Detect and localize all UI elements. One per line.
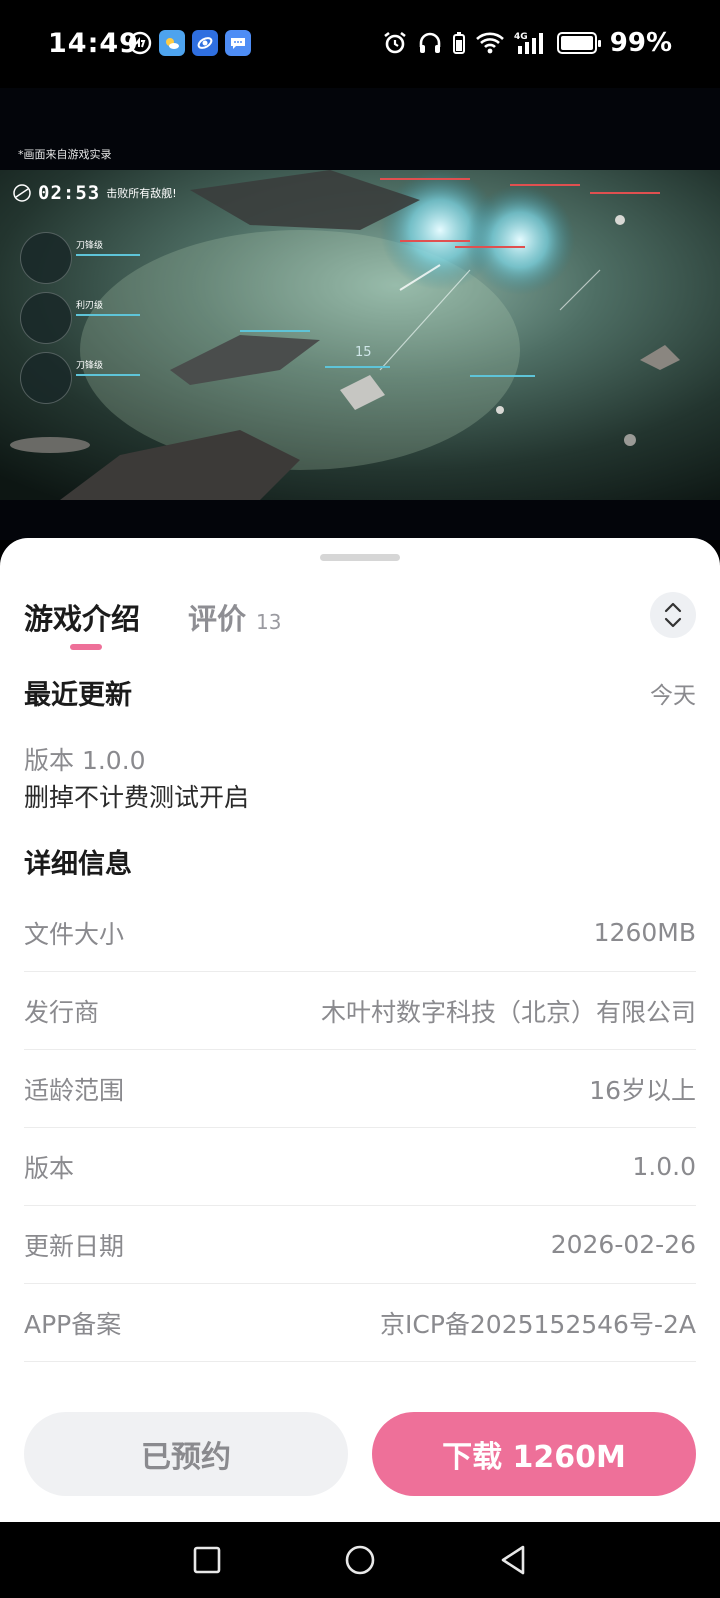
details-title: 详细信息 — [24, 849, 132, 880]
hud-timer: 02:53 击败所有敌舰! — [12, 182, 177, 204]
detail-row-age-rating: 适龄范围 16岁以上 — [24, 1050, 696, 1128]
status-bar: 14:49 4G 99% — [0, 0, 720, 88]
detail-row-icp: APP备案 京ICP备2025152546号-2A — [24, 1284, 696, 1362]
signal-icon: 4G — [514, 32, 543, 54]
game-media[interactable]: *画面来自游戏实录 15 02:53 击败所有敌舰! 刀锋级 利刃级 刀锋级 — [0, 88, 720, 540]
weather-app-icon — [159, 30, 185, 56]
recent-update-title: 最近更新 — [24, 680, 132, 711]
hud-ship-1-label: 刀锋级 — [76, 241, 104, 251]
alarm-icon — [383, 31, 406, 54]
game-detail-sheet: 游戏介绍 评价 13 最近更新 今天 版本 1.0.0 删掉不计费测试开启 详细… — [0, 538, 720, 1522]
combat-number: 15 — [355, 345, 372, 360]
detail-row-version: 版本 1.0.0 — [24, 1128, 696, 1206]
system-nav-bar — [0, 1522, 720, 1598]
message-app-icon — [225, 30, 251, 56]
hud-target-icon — [13, 184, 31, 202]
notification-icons — [128, 30, 251, 56]
gameplay-screenshot[interactable]: 15 02:53 击败所有敌舰! 刀锋级 利刃级 刀锋级 — [0, 170, 720, 500]
tab-reviews[interactable]: 评价 — [188, 596, 246, 638]
detail-value: 2026-02-26 — [550, 1230, 696, 1259]
detail-label: 版本 — [24, 1153, 75, 1183]
status-time: 14:49 — [48, 28, 139, 59]
svg-text:4G: 4G — [514, 32, 528, 42]
reserved-button[interactable]: 已预约 — [24, 1412, 348, 1496]
detail-label: 发行商 — [24, 997, 100, 1027]
system-icons: 4G 99% — [382, 28, 672, 58]
square-icon — [193, 1546, 221, 1574]
battery-small-icon — [452, 32, 465, 54]
detail-label: 适龄范围 — [24, 1075, 125, 1105]
app-icon — [192, 30, 218, 56]
hud-ship-1-bar — [76, 254, 140, 256]
hud-countdown: 02:53 — [38, 182, 101, 204]
recents-button[interactable] — [187, 1540, 227, 1580]
hud-ship-3-bar — [76, 374, 140, 376]
expand-collapse-button[interactable] — [650, 592, 696, 638]
hud-ship-3-label: 刀锋级 — [76, 361, 104, 371]
data-saver-icon — [128, 31, 152, 55]
sheet-drag-handle[interactable] — [320, 554, 400, 561]
details-list: 文件大小 1260MB 发行商 木叶村数字科技（北京）有限公司 适龄范围 16岁… — [24, 894, 696, 1362]
headphones-icon — [419, 32, 441, 53]
detail-value[interactable]: 京ICP备2025152546号-2A — [380, 1305, 696, 1341]
review-count: 13 — [256, 610, 282, 634]
back-triangle-icon — [501, 1545, 525, 1575]
hud-ship-2-label: 利刃级 — [76, 301, 104, 311]
detail-label: 文件大小 — [24, 919, 125, 949]
detail-value: 木叶村数字科技（北京）有限公司 — [320, 997, 696, 1027]
recent-update-date: 今天 — [650, 683, 696, 709]
detail-row-file-size: 文件大小 1260MB — [24, 894, 696, 972]
hud-ship-3 — [20, 352, 72, 404]
hud-ship-1 — [20, 232, 72, 284]
chevron-up-down-icon — [664, 602, 682, 628]
media-caption: *画面来自游戏实录 — [18, 148, 112, 161]
home-button[interactable] — [340, 1540, 380, 1580]
battery-percent: 99% — [609, 28, 672, 58]
detail-value: 1260MB — [593, 918, 696, 947]
tab-bar: 游戏介绍 评价 13 — [24, 596, 281, 638]
active-tab-indicator — [70, 644, 102, 650]
circle-icon — [345, 1545, 375, 1575]
recent-update-notes: 删掉不计费测试开启 — [24, 783, 250, 812]
hud-ship-2-bar — [76, 314, 140, 316]
detail-label: 更新日期 — [24, 1231, 125, 1261]
hud-ship-2 — [20, 292, 72, 344]
download-button[interactable]: 下载 1260M — [372, 1412, 696, 1496]
hud-mission: 击败所有敌舰! — [106, 187, 177, 200]
detail-value: 16岁以上 — [589, 1075, 696, 1105]
back-button[interactable] — [493, 1540, 533, 1580]
detail-row-publisher: 发行商 木叶村数字科技（北京）有限公司 — [24, 972, 696, 1050]
detail-value: 1.0.0 — [632, 1152, 696, 1181]
battery-icon — [556, 32, 601, 54]
recent-update-version: 版本 1.0.0 — [24, 746, 146, 775]
detail-row-update-date: 更新日期 2026-02-26 — [24, 1206, 696, 1284]
detail-label: APP备案 — [24, 1309, 122, 1339]
space-battle-scene: 15 — [0, 170, 720, 500]
tab-game-intro[interactable]: 游戏介绍 — [24, 596, 140, 638]
wifi-icon — [475, 32, 504, 54]
